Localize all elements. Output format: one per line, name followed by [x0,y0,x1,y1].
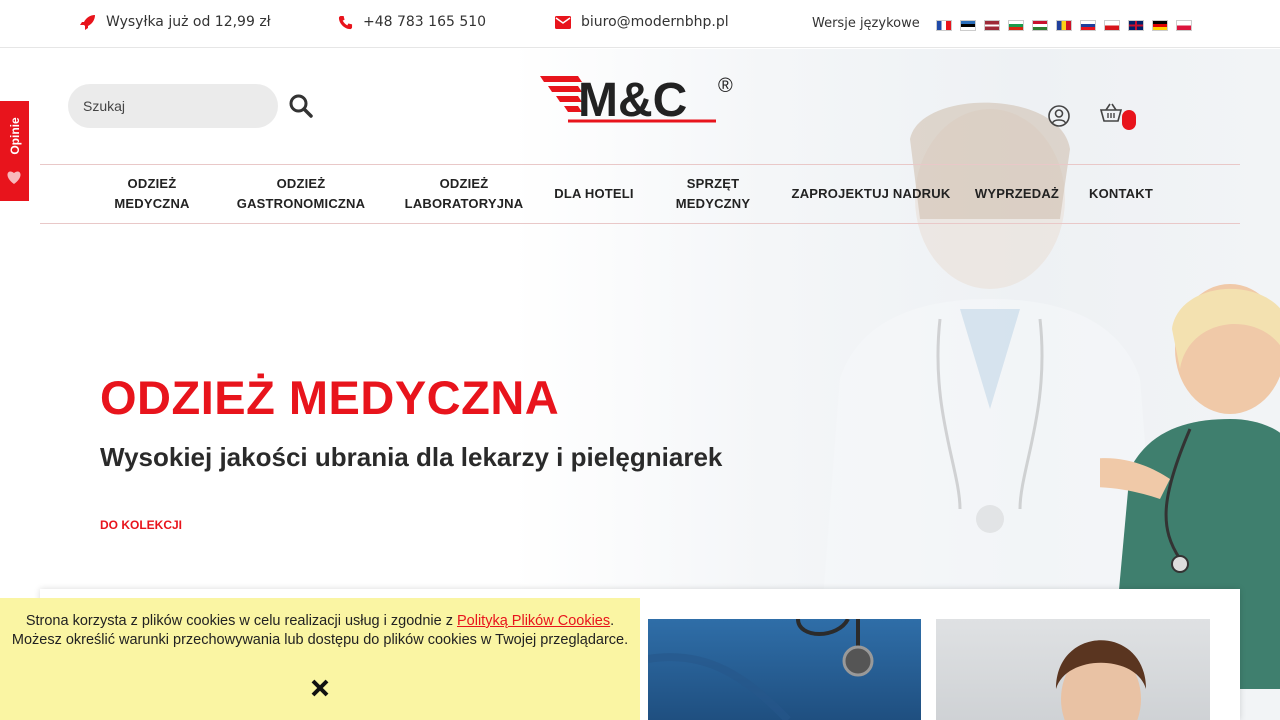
language-flags [936,20,1192,31]
cart-count-badge [1122,110,1136,130]
top-bar: Wysyłka już od 12,99 zł +48 783 165 510 … [0,0,1280,48]
rocket-icon [80,14,96,30]
flag-bg[interactable] [1008,20,1024,31]
phone-text[interactable]: +48 783 165 510 [363,14,486,30]
logo-text: M&C [578,74,687,126]
basket-icon [1099,103,1123,122]
email-text[interactable]: biuro@modernbhp.pl [581,14,729,30]
cart-button[interactable] [1099,102,1123,124]
search-input[interactable] [68,84,278,128]
flag-hu[interactable] [1032,20,1048,31]
hero-subtitle: Wysokiej jakości ubrania dla lekarzy i p… [100,442,723,472]
to-collection-link[interactable]: DO KOLEKCJI [100,518,182,532]
nav-item-laboratory-clothing[interactable]: ODZIEŻ LABORATORYJNA [402,165,526,223]
nav-item-medical-equipment[interactable]: SPRZĘT MEDYCZNY [668,165,758,223]
phone-icon [338,15,353,30]
email-info[interactable]: biuro@modernbhp.pl [555,14,729,30]
reviews-side-tab[interactable]: Opinie [0,101,29,201]
main-navigation: ODZIEŻ MEDYCZNA ODZIEŻ GASTRONOMICZNA ODZI… [40,164,1240,224]
shipping-text: Wysyłka już od 12,99 zł [106,14,271,30]
stethoscope-image [648,619,874,720]
phone-info[interactable]: +48 783 165 510 [338,14,486,30]
languages-label: Wersje językowe [812,16,920,31]
search-icon [289,94,313,118]
search-button[interactable] [288,93,314,119]
nav-item-gastronomy-clothing[interactable]: ODZIEŻ GASTRONOMICZNA [230,165,372,223]
nav-item-design-print[interactable]: ZAPROJEKTUJ NADRUK [790,165,952,223]
cookie-close-button[interactable] [310,678,330,698]
flag-gb[interactable] [1128,20,1144,31]
nav-item-contact[interactable]: KONTAKT [1084,165,1158,223]
flag-pl[interactable] [1176,20,1192,31]
flag-lv[interactable] [984,20,1000,31]
nav-item-sale[interactable]: WYPRZEDAŻ [974,165,1060,223]
flag-ro[interactable] [1056,20,1072,31]
flag-sk[interactable] [1080,20,1096,31]
logo-registered-mark: ® [718,75,733,97]
product-card-image[interactable] [648,619,921,720]
heart-icon [7,171,21,184]
cookie-text-before: Strona korzysta z plików cookies w celu … [25,613,457,629]
model-photo [1056,640,1146,720]
product-card-image[interactable] [936,619,1210,720]
flag-cz[interactable] [1104,20,1120,31]
reviews-tab-label: Opinie [8,117,22,155]
shipping-info: Wysyłka już od 12,99 zł [80,14,271,30]
flag-ee[interactable] [960,20,976,31]
nav-item-hotels[interactable]: DLA HOTELI [550,165,638,223]
flag-fr[interactable] [936,20,952,31]
account-button[interactable] [1047,104,1071,128]
flag-de[interactable] [1152,20,1168,31]
user-icon [1048,105,1070,127]
cookie-banner: Strona korzysta z plików cookies w celu … [0,598,640,720]
cookie-policy-link[interactable]: Polityką Plików Cookies [457,613,610,629]
envelope-icon [555,15,571,29]
hero-title: ODZIEŻ MEDYCZNA [100,371,560,424]
site-logo[interactable]: M&C ® [538,72,742,127]
nav-item-medical-clothing[interactable]: ODZIEŻ MEDYCZNA [102,165,202,223]
close-icon [311,679,329,697]
